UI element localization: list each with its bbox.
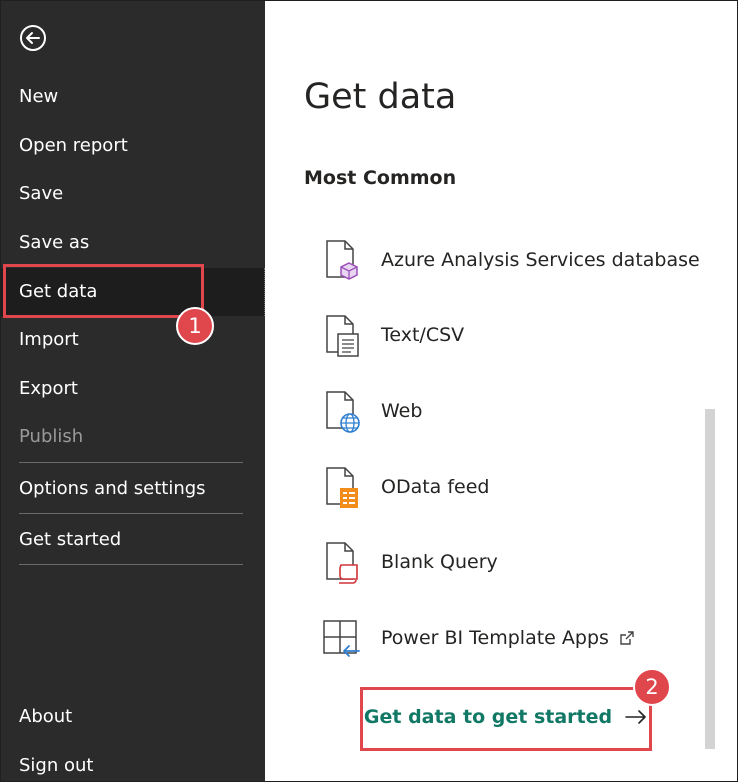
source-azure-analysis-services[interactable]: Azure Analysis Services database	[321, 234, 700, 286]
source-label: Power BI Template Apps	[381, 627, 609, 649]
source-power-bi-template-apps[interactable]: Power BI Template Apps	[321, 612, 635, 664]
menu-item-options-settings[interactable]: Options and settings	[1, 465, 265, 513]
menu-item-publish: Publish	[19, 426, 84, 447]
source-blank-query[interactable]: Blank Query	[321, 536, 498, 588]
menu-divider	[19, 564, 243, 565]
menu-item-save[interactable]: Save	[1, 170, 265, 218]
template-apps-icon	[323, 620, 360, 657]
source-label: Text/CSV	[381, 324, 465, 346]
source-odata-feed[interactable]: OData feed	[321, 461, 490, 513]
menu-item-get-data[interactable]: Get data	[1, 268, 265, 316]
menu-item-open-report[interactable]: Open report	[1, 122, 265, 170]
menu-item-save-as[interactable]: Save as	[1, 219, 265, 267]
menu-item-about[interactable]: About	[1, 693, 265, 741]
text-file-icon	[326, 315, 359, 357]
get-data-panel: Get data Most Common Azure Analysis Serv…	[265, 1, 737, 781]
menu-item-new[interactable]: New	[1, 73, 265, 121]
cta-label: Get data to get started	[363, 706, 613, 728]
source-label: OData feed	[381, 476, 490, 498]
window-frame: New Open report Save Save as Get data Im…	[0, 0, 738, 782]
menu-divider	[19, 513, 243, 514]
file-menu-sidebar: New Open report Save Save as Get data Im…	[1, 1, 265, 781]
page-title: Get data	[304, 77, 457, 117]
source-label: Web	[381, 400, 423, 422]
callout-badge-1: 1	[176, 307, 214, 345]
back-button[interactable]	[18, 23, 48, 53]
callout-badge-2: 2	[633, 668, 671, 706]
get-data-to-get-started-link[interactable]: Get data to get started	[361, 685, 651, 749]
arrow-right-icon	[625, 710, 646, 724]
section-heading: Most Common	[304, 167, 457, 189]
odata-file-icon	[326, 467, 358, 508]
vertical-scrollbar[interactable]	[705, 409, 715, 749]
open-external-icon	[620, 631, 634, 645]
back-arrow-icon	[20, 25, 46, 51]
source-label: Azure Analysis Services database	[381, 249, 700, 271]
blank-query-file-icon	[326, 542, 358, 584]
web-globe-file-icon	[326, 391, 360, 433]
menu-item-get-started[interactable]: Get started	[1, 516, 265, 564]
menu-divider	[19, 462, 243, 463]
menu-item-import[interactable]: Import	[1, 316, 265, 364]
menu-item-export[interactable]: Export	[1, 365, 265, 413]
menu-item-sign-out[interactable]: Sign out	[1, 742, 265, 781]
source-label: Blank Query	[381, 551, 498, 573]
azure-cube-file-icon	[326, 240, 358, 280]
source-text-csv[interactable]: Text/CSV	[321, 309, 464, 361]
source-web[interactable]: Web	[321, 385, 422, 437]
